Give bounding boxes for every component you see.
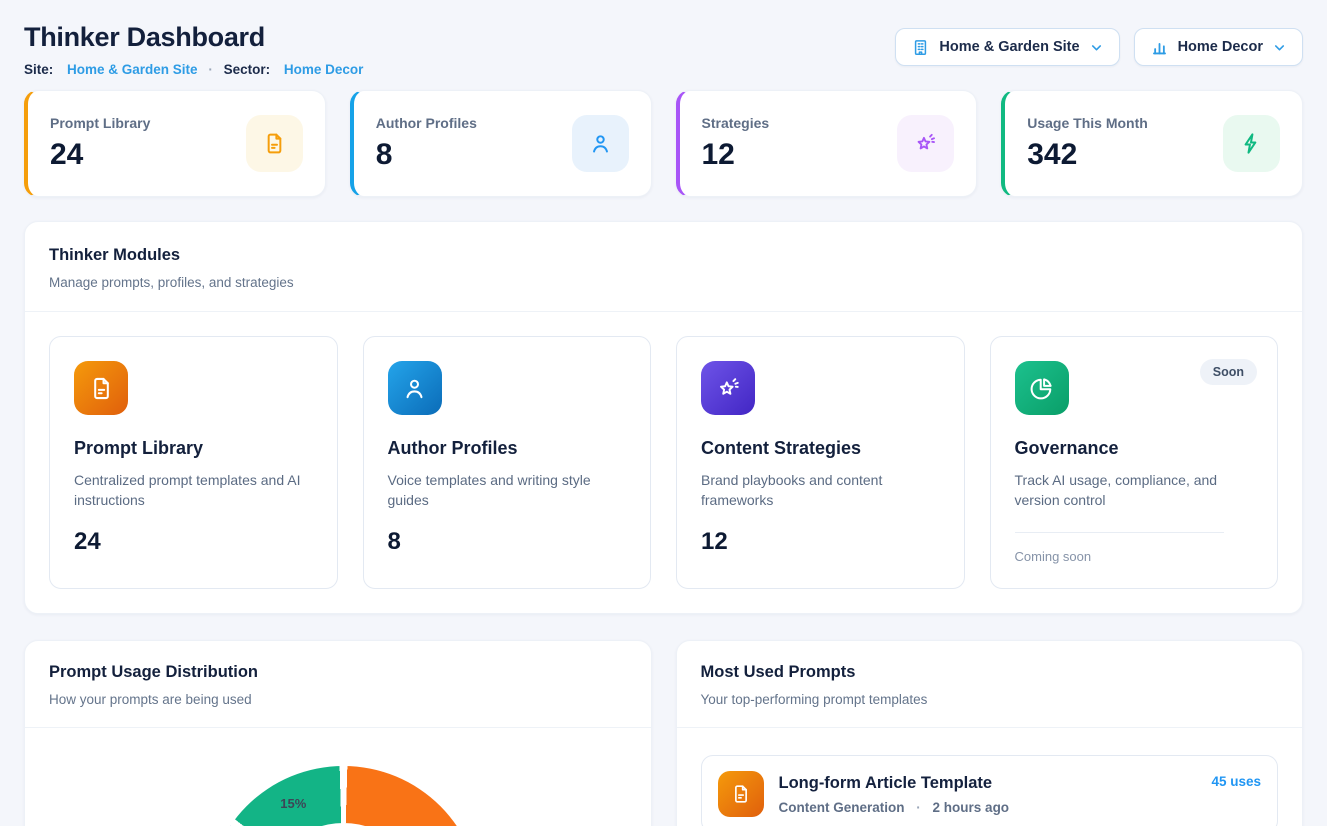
stat-card-strategies: Strategies 12 bbox=[676, 90, 978, 197]
module-title: Prompt Library bbox=[74, 438, 313, 459]
user-icon bbox=[388, 361, 442, 415]
module-title: Content Strategies bbox=[701, 438, 940, 459]
module-count: 12 bbox=[701, 528, 940, 556]
meta-dot: · bbox=[208, 62, 213, 77]
magic-star-icon bbox=[701, 361, 755, 415]
donut-slice-label: 15% bbox=[280, 796, 306, 811]
module-card-content-strategies[interactable]: Content Strategies Brand playbooks and c… bbox=[676, 336, 965, 589]
prompts-card-subtitle: Your top-performing prompt templates bbox=[701, 692, 1279, 707]
module-title: Governance bbox=[1015, 438, 1254, 459]
dashboard-page: Thinker Dashboard Site: Home & Garden Si… bbox=[0, 0, 1327, 826]
stat-card-author-profiles: Author Profiles 8 bbox=[350, 90, 652, 197]
prompt-item-category: Content Generation bbox=[779, 800, 905, 815]
modules-grid: Prompt Library Centralized prompt templa… bbox=[25, 312, 1302, 613]
stat-value: 24 bbox=[50, 138, 150, 172]
user-icon bbox=[572, 115, 629, 172]
module-description: Brand playbooks and content frameworks bbox=[701, 470, 940, 511]
chevron-down-icon bbox=[1272, 40, 1287, 55]
stat-card-prompt-library: Prompt Library 24 bbox=[24, 90, 326, 197]
file-icon bbox=[718, 771, 764, 817]
pie-chart-icon bbox=[1015, 361, 1069, 415]
modules-subtitle: Manage prompts, profiles, and strategies bbox=[49, 275, 1278, 290]
chevron-down-icon bbox=[1089, 40, 1104, 55]
prompt-usage-distribution-card: Prompt Usage Distribution How your promp… bbox=[24, 640, 652, 826]
file-icon bbox=[74, 361, 128, 415]
title-block: Thinker Dashboard Site: Home & Garden Si… bbox=[24, 22, 363, 77]
sector-link[interactable]: Home Decor bbox=[284, 62, 364, 77]
stat-label: Strategies bbox=[702, 115, 770, 131]
topbar: Thinker Dashboard Site: Home & Garden Si… bbox=[24, 22, 1303, 77]
file-icon bbox=[246, 115, 303, 172]
prompt-list: Long-form Article Template Content Gener… bbox=[677, 728, 1303, 826]
module-count: 24 bbox=[74, 528, 313, 556]
prompt-item-title: Long-form Article Template bbox=[779, 774, 1010, 793]
module-description: Voice templates and writing style guides bbox=[388, 470, 627, 511]
module-card-prompt-library[interactable]: Prompt Library Centralized prompt templa… bbox=[49, 336, 338, 589]
stat-value: 342 bbox=[1027, 138, 1148, 172]
stat-label: Prompt Library bbox=[50, 115, 150, 131]
sector-dropdown-label: Home Decor bbox=[1178, 39, 1263, 55]
prompt-item-meta: Content Generation · 2 hours ago bbox=[779, 800, 1010, 815]
usage-card-title: Prompt Usage Distribution bbox=[49, 663, 627, 682]
module-card-author-profiles[interactable]: Author Profiles Voice templates and writ… bbox=[363, 336, 652, 589]
thinker-modules-panel: Thinker Modules Manage prompts, profiles… bbox=[24, 221, 1303, 614]
stat-card-usage: Usage This Month 342 bbox=[1001, 90, 1303, 197]
prompts-card-header: Most Used Prompts Your top-performing pr… bbox=[677, 641, 1303, 728]
magic-star-icon bbox=[897, 115, 954, 172]
prompt-item-text: Long-form Article Template Content Gener… bbox=[779, 774, 1010, 815]
site-dropdown[interactable]: Home & Garden Site bbox=[895, 28, 1119, 66]
module-count: 8 bbox=[388, 528, 627, 556]
prompts-card-title: Most Used Prompts bbox=[701, 663, 1279, 682]
building-icon bbox=[911, 38, 930, 57]
stat-label: Author Profiles bbox=[376, 115, 477, 131]
prompt-item-time: 2 hours ago bbox=[933, 800, 1010, 815]
bar-chart-icon bbox=[1150, 38, 1169, 57]
module-description: Centralized prompt templates and AI inst… bbox=[74, 470, 313, 511]
most-used-prompts-card: Most Used Prompts Your top-performing pr… bbox=[676, 640, 1304, 826]
sector-dropdown[interactable]: Home Decor bbox=[1134, 28, 1303, 66]
site-label: Site: bbox=[24, 62, 53, 77]
module-description: Track AI usage, compliance, and version … bbox=[1015, 470, 1254, 511]
stat-label: Usage This Month bbox=[1027, 115, 1148, 131]
bottom-row: Prompt Usage Distribution How your promp… bbox=[24, 640, 1303, 826]
module-title: Author Profiles bbox=[388, 438, 627, 459]
site-sector-meta: Site: Home & Garden Site · Sector: Home … bbox=[24, 62, 363, 77]
usage-card-header: Prompt Usage Distribution How your promp… bbox=[25, 641, 651, 728]
coming-soon-text: Coming soon bbox=[1015, 549, 1254, 564]
header-dropdowns: Home & Garden Site Home Decor bbox=[895, 28, 1303, 66]
prompt-list-item[interactable]: Long-form Article Template Content Gener… bbox=[701, 755, 1279, 826]
soon-badge: Soon bbox=[1200, 359, 1257, 385]
meta-dot: · bbox=[916, 800, 921, 815]
divider bbox=[1015, 532, 1225, 533]
module-card-governance: Soon Governance Track AI usage, complian… bbox=[990, 336, 1279, 589]
prompt-item-uses: 45 uses bbox=[1211, 770, 1261, 789]
site-link[interactable]: Home & Garden Site bbox=[67, 62, 198, 77]
usage-card-subtitle: How your prompts are being used bbox=[49, 692, 627, 707]
stats-row: Prompt Library 24 Author Profiles 8 bbox=[24, 90, 1303, 197]
stat-value: 8 bbox=[376, 138, 477, 172]
sector-label: Sector: bbox=[224, 62, 271, 77]
donut-chart: 15% bbox=[206, 766, 480, 826]
page-title: Thinker Dashboard bbox=[24, 22, 363, 53]
modules-panel-header: Thinker Modules Manage prompts, profiles… bbox=[25, 222, 1302, 312]
stat-value: 12 bbox=[702, 138, 770, 172]
modules-title: Thinker Modules bbox=[49, 246, 1278, 265]
lightning-icon bbox=[1223, 115, 1280, 172]
donut-chart-area: 15% bbox=[25, 728, 651, 826]
site-dropdown-label: Home & Garden Site bbox=[939, 39, 1079, 55]
